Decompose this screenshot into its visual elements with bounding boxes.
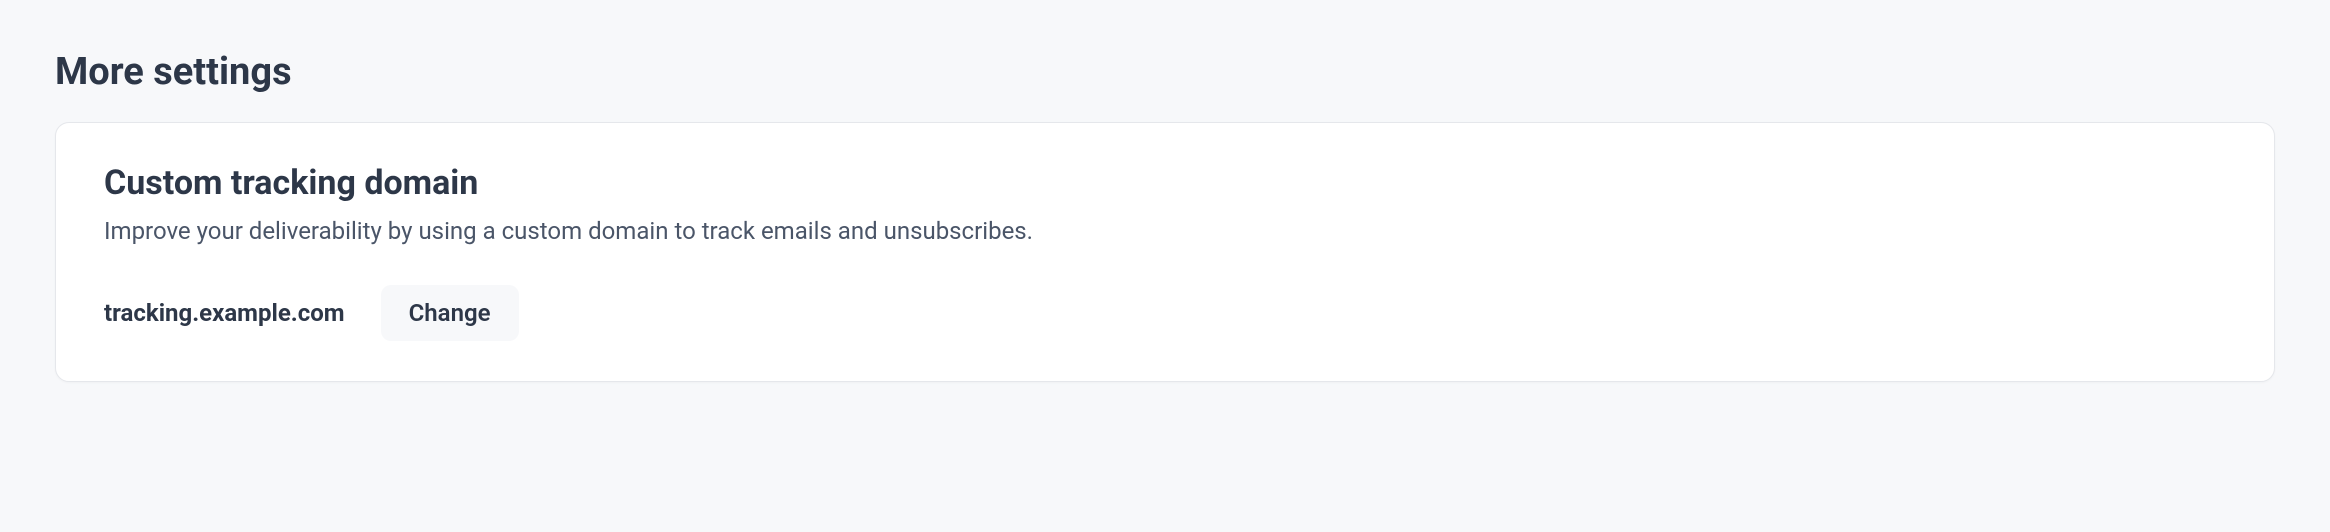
domain-row: tracking.example.com Change [104, 285, 2226, 341]
tracking-domain-value: tracking.example.com [104, 299, 345, 327]
section-title: More settings [55, 50, 2275, 94]
tracking-domain-card: Custom tracking domain Improve your deli… [55, 122, 2275, 382]
card-title: Custom tracking domain [104, 163, 2226, 203]
card-description: Improve your deliverability by using a c… [104, 217, 2226, 245]
change-button[interactable]: Change [381, 285, 519, 341]
